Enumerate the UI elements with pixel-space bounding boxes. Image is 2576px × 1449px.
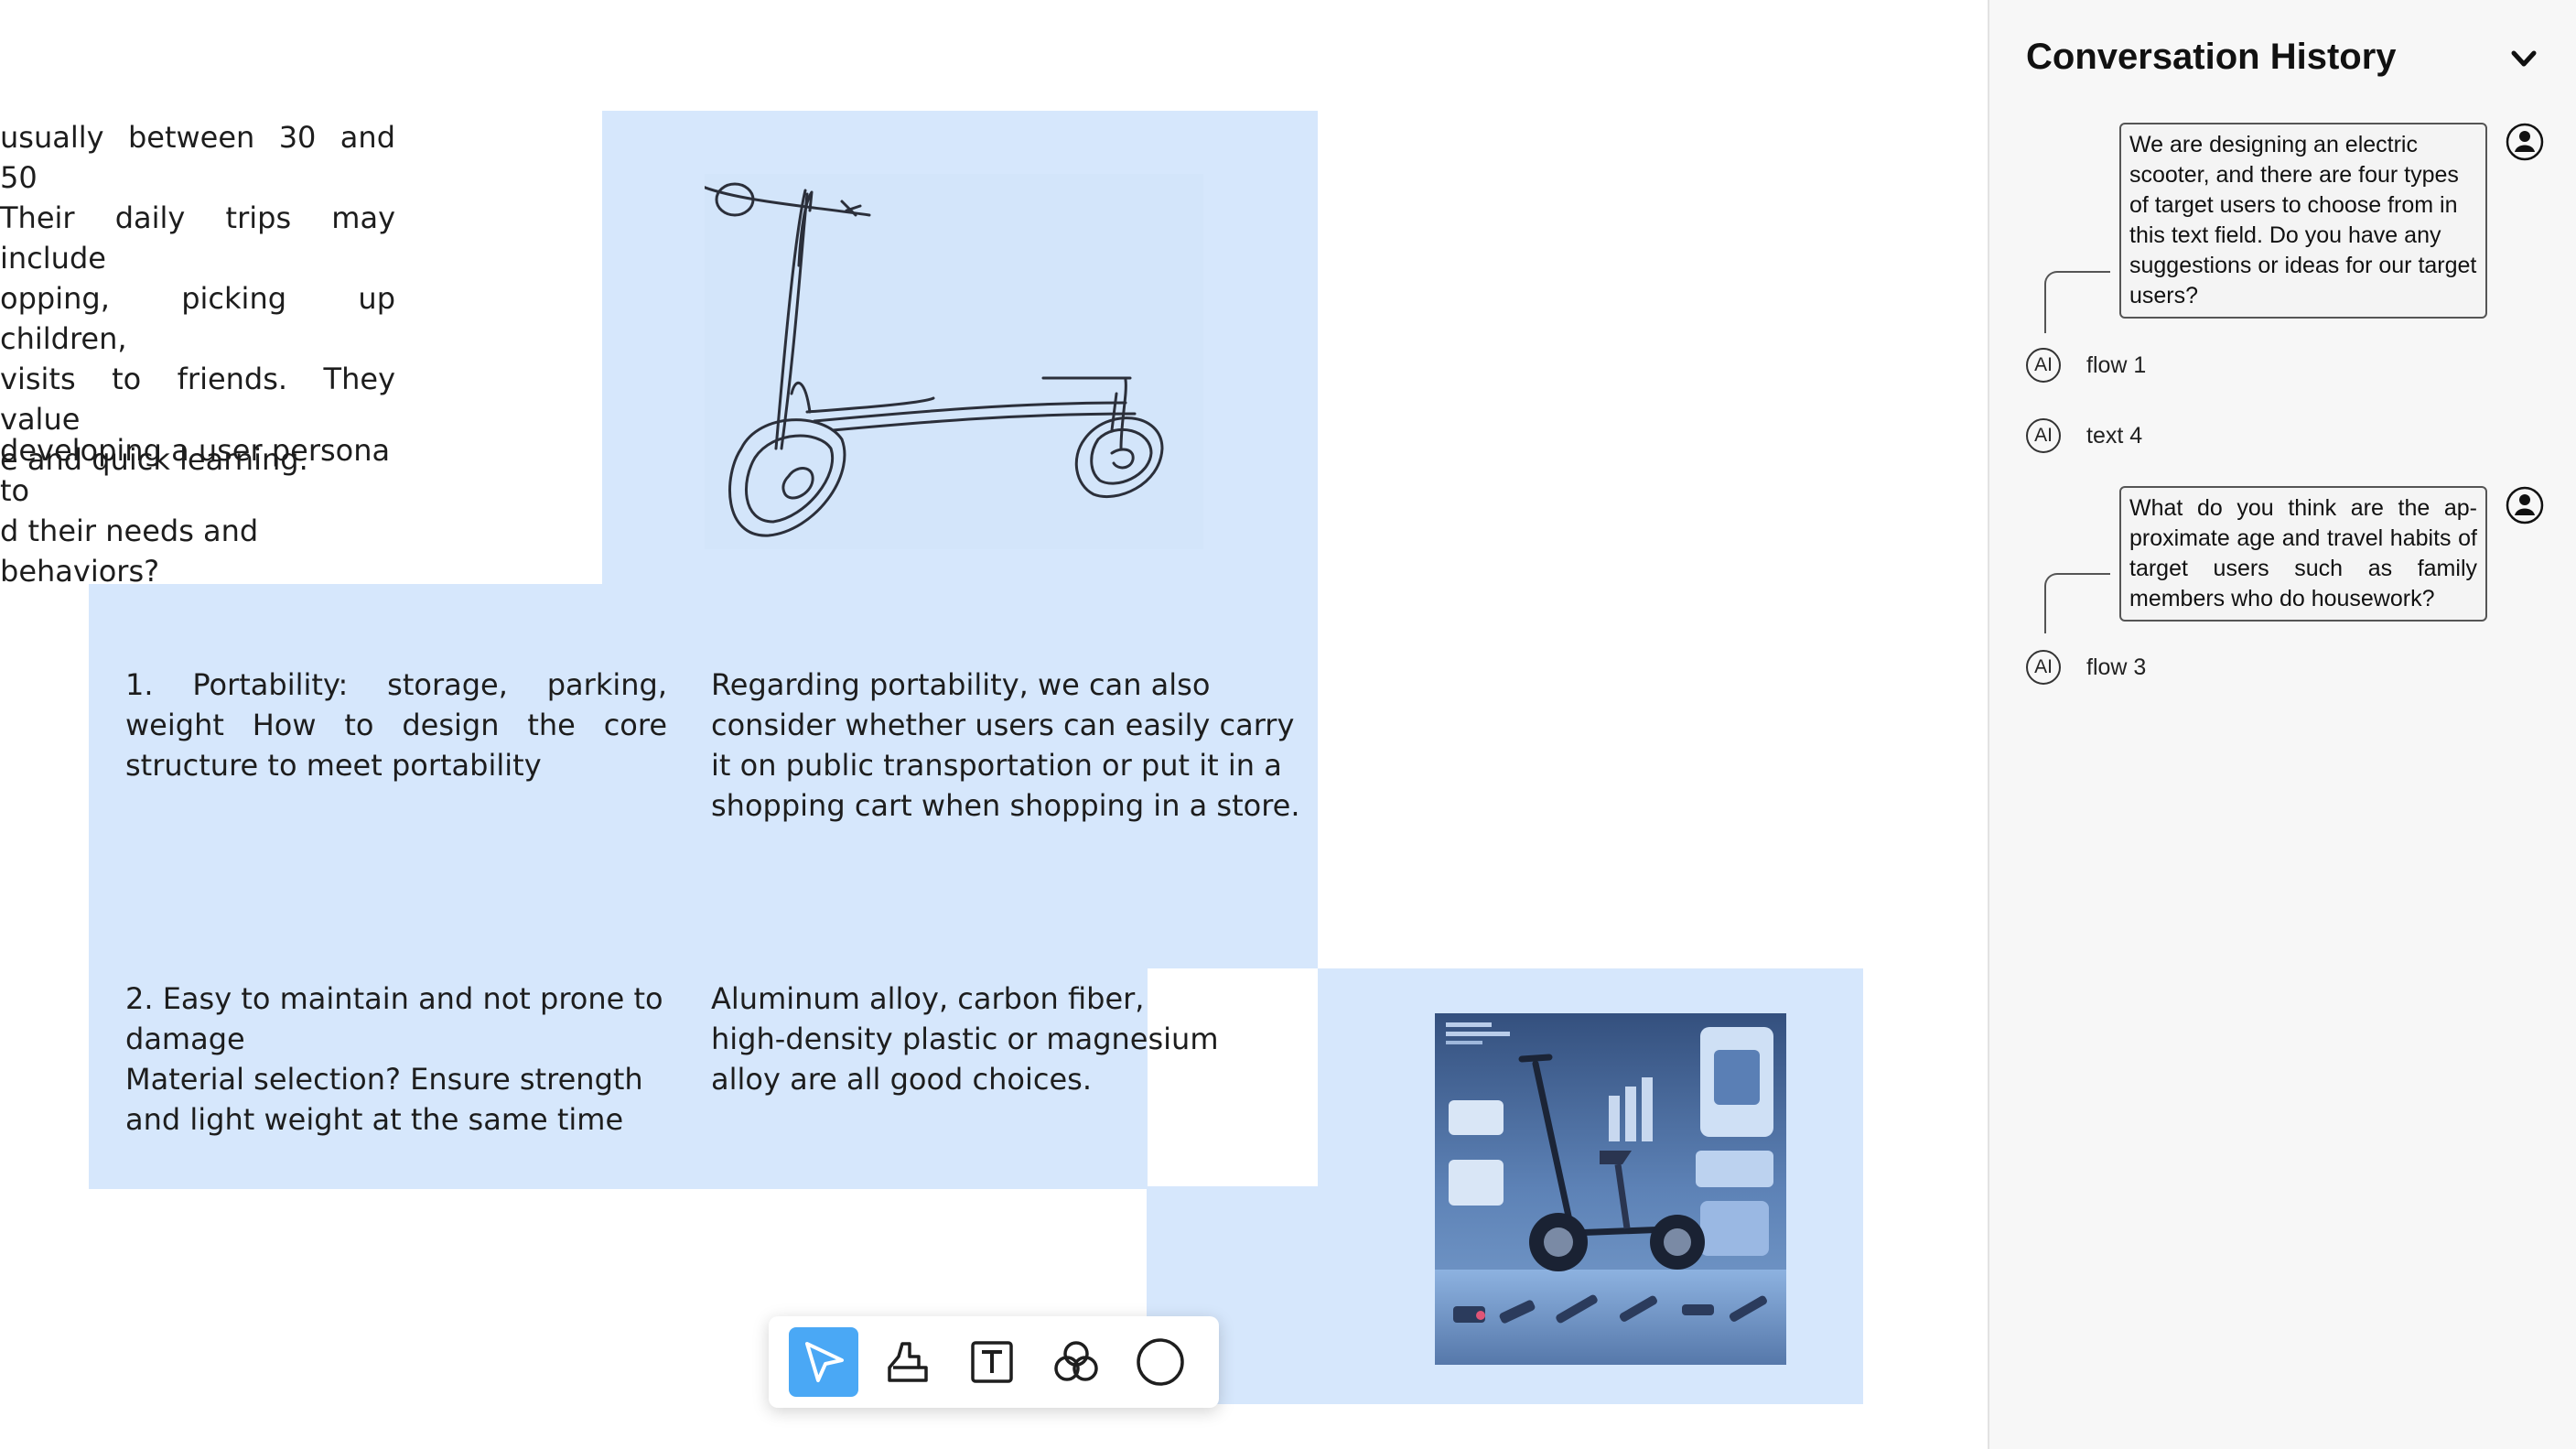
persona-question-text: developing a user persona to d their nee… xyxy=(0,430,412,591)
maintenance-point-line1: 2. Easy to maintain and not prone to dam… xyxy=(125,981,663,1056)
ai-response-label: flow 3 xyxy=(2086,654,2147,680)
circles-icon xyxy=(1054,1341,1098,1381)
ai-response-item[interactable]: AI flow 1 xyxy=(2026,346,2146,384)
intro-line: Their daily trips may include xyxy=(0,200,395,276)
ai-badge-icon: AI xyxy=(2026,650,2061,685)
persona-line: d their needs and behaviors? xyxy=(0,514,259,589)
text-tool-button[interactable] xyxy=(957,1327,1027,1397)
intro-text: usually between 30 and 50 Their daily tr… xyxy=(0,117,395,480)
message-connector xyxy=(2044,573,2110,633)
ai-badge-icon: AI xyxy=(2026,418,2061,453)
combine-tool-button[interactable] xyxy=(1041,1327,1111,1397)
scooter-sketch[interactable] xyxy=(705,174,1203,549)
intro-line: opping, picking up children, xyxy=(0,281,395,356)
maintenance-response[interactable]: Aluminum alloy, carbon fiber, high-densi… xyxy=(711,979,1223,1099)
message-connector xyxy=(2044,271,2110,333)
whiteboard-canvas[interactable]: usually between 30 and 50 Their daily tr… xyxy=(0,0,1988,1449)
conversation-history-panel: Conversation History We are designing an… xyxy=(1988,0,2576,1449)
select-tool-button[interactable] xyxy=(789,1327,858,1397)
ai-response-item[interactable]: AI text 4 xyxy=(2026,416,2142,455)
text-icon xyxy=(971,1341,1013,1383)
user-message[interactable]: We are designing an electric scooter, an… xyxy=(2119,123,2487,319)
chevron-down-icon[interactable] xyxy=(2507,42,2540,75)
sketch-icon xyxy=(888,1342,928,1382)
maintenance-point-line2: Material selection? Ensure strength and … xyxy=(125,1062,643,1137)
panel-title: Conversation History xyxy=(2026,37,2397,77)
maintenance-point[interactable]: 2. Easy to maintain and not prone to dam… xyxy=(125,979,665,1140)
cursor-icon xyxy=(805,1342,844,1382)
persona-line: developing a user persona to xyxy=(0,433,391,508)
sketch-tool-button[interactable] xyxy=(873,1327,943,1397)
generated-scooter-image[interactable] xyxy=(1435,1013,1786,1365)
ai-badge-icon: AI xyxy=(2026,348,2061,383)
ai-response-label: text 4 xyxy=(2086,422,2143,449)
ai-response-label: flow 1 xyxy=(2086,351,2147,378)
user-avatar-icon xyxy=(2506,123,2544,161)
intro-line: usually between 30 and 50 xyxy=(0,120,395,195)
shape-tool-button[interactable] xyxy=(1126,1327,1195,1397)
circle-icon xyxy=(1137,1338,1184,1386)
intro-line: visits to friends. They value xyxy=(0,362,395,437)
user-message[interactable]: What do you think are the ap-proximate a… xyxy=(2119,486,2487,622)
user-avatar-icon xyxy=(2506,486,2544,524)
drawing-toolbar xyxy=(769,1316,1219,1408)
portability-response[interactable]: Regarding portability, we can also consi… xyxy=(711,665,1322,826)
ai-response-item[interactable]: AI flow 3 xyxy=(2026,648,2146,687)
portability-point[interactable]: 1. Portability: storage, parking, weight… xyxy=(125,665,667,785)
